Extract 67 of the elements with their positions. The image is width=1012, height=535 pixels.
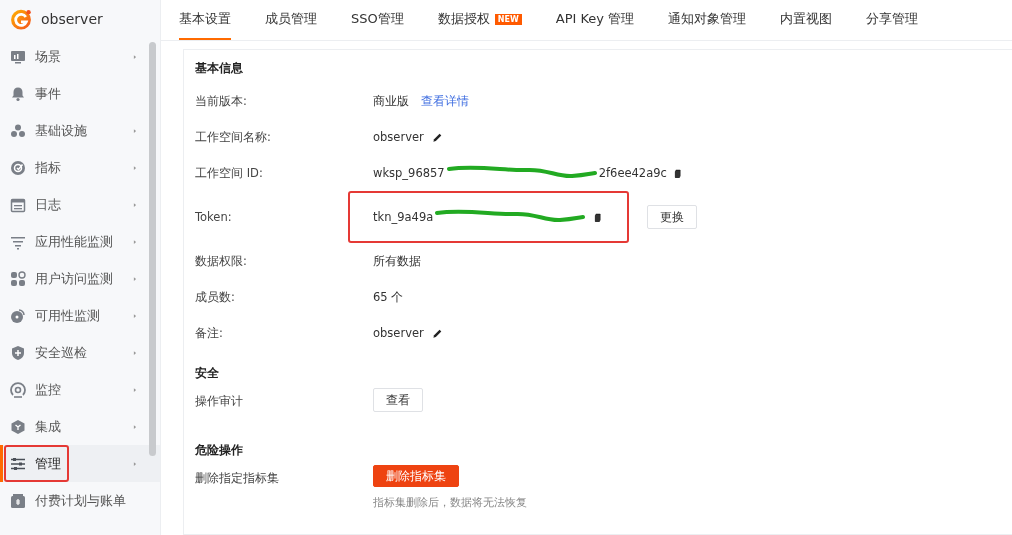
- sidebar-item[interactable]: 可用性监测: [0, 297, 160, 334]
- calendar-icon: [10, 196, 26, 213]
- field-value: 所有数据: [373, 253, 421, 269]
- new-badge: NEW: [494, 13, 522, 25]
- details-link[interactable]: 查看详情: [421, 93, 469, 109]
- section-title: 危险操作: [195, 442, 243, 459]
- active-indicator: [0, 445, 3, 482]
- circles-icon: [10, 122, 26, 139]
- field-value: 65 个: [373, 289, 404, 305]
- bell-icon: [10, 85, 26, 102]
- field-label: 操作审计: [195, 394, 244, 409]
- field-value: wksp_96857: [373, 166, 445, 180]
- tab[interactable]: 通知对象管理: [668, 0, 747, 40]
- monitor-icon: [10, 48, 26, 65]
- sidebar-item[interactable]: 指标: [0, 149, 160, 186]
- edit-icon: [431, 327, 443, 339]
- sidebar-item[interactable]: 场景: [0, 38, 160, 75]
- tiles-icon: [10, 270, 26, 287]
- replace-button[interactable]: 更换: [647, 205, 698, 229]
- copy-icon: [672, 167, 683, 179]
- sidebar-item[interactable]: 事件: [0, 75, 160, 112]
- tab[interactable]: 分享管理: [866, 0, 919, 40]
- field-label: 工作空间 ID:: [195, 165, 264, 181]
- field-value: observer: [373, 326, 424, 340]
- field-label: 当前版本:: [195, 93, 248, 109]
- shield-icon: [10, 344, 26, 361]
- radar-icon: [10, 381, 26, 398]
- section-title: 基本信息: [195, 60, 243, 77]
- satellite-icon: [10, 307, 26, 324]
- app-name: observer: [41, 11, 103, 27]
- sidebar-item[interactable]: 应用性能监测: [0, 223, 160, 260]
- sidebar-item[interactable]: 集成: [0, 408, 160, 445]
- edit-icon: [431, 131, 443, 143]
- sidebar-item[interactable]: 付费计划与账单: [0, 482, 160, 519]
- field-label: Token:: [195, 210, 233, 224]
- field-label: 删除指定指标集: [195, 471, 280, 486]
- tab[interactable]: API Key 管理: [555, 0, 635, 40]
- sidebar-item[interactable]: 监控: [0, 371, 160, 408]
- sliders-icon: [10, 455, 26, 472]
- field-value: 商业版: [373, 93, 409, 109]
- sidebar-item[interactable]: 日志: [0, 186, 160, 223]
- hint-text: 指标集删除后，数据将无法恢复: [373, 495, 527, 510]
- field-label: 成员数:: [195, 289, 236, 305]
- field-label: 数据权限:: [195, 253, 248, 269]
- field-label: 备注:: [195, 325, 224, 341]
- sidebar-item[interactable]: 基础设施: [0, 112, 160, 149]
- sidebar-item[interactable]: 用户访问监测: [0, 260, 160, 297]
- field-label: 工作空间名称:: [195, 129, 272, 145]
- tab[interactable]: 成员管理: [265, 0, 317, 40]
- delete-button[interactable]: 删除指标集: [373, 465, 459, 487]
- gauge-icon: [10, 159, 26, 176]
- field-value: tkn_9a49a: [373, 210, 434, 224]
- hexagon-icon: [10, 418, 26, 435]
- scrollbar[interactable]: [149, 42, 156, 456]
- tab[interactable]: 数据授权 NEW: [437, 0, 522, 40]
- sidebar-item[interactable]: 安全巡检: [0, 334, 160, 371]
- tab[interactable]: 基本设置: [179, 0, 231, 40]
- field-value: observer: [373, 130, 424, 144]
- sidebar-item[interactable]: 管理: [0, 445, 160, 482]
- copy-icon: [593, 211, 604, 223]
- view-button[interactable]: 查看: [373, 388, 423, 412]
- tab[interactable]: SSO管理: [351, 0, 404, 40]
- wallet-icon: [10, 492, 26, 509]
- section-title: 安全: [195, 365, 219, 382]
- field-value: 2f6ee42a9c: [598, 166, 667, 180]
- logo-icon: [10, 8, 32, 30]
- tab[interactable]: 内置视图: [780, 0, 833, 40]
